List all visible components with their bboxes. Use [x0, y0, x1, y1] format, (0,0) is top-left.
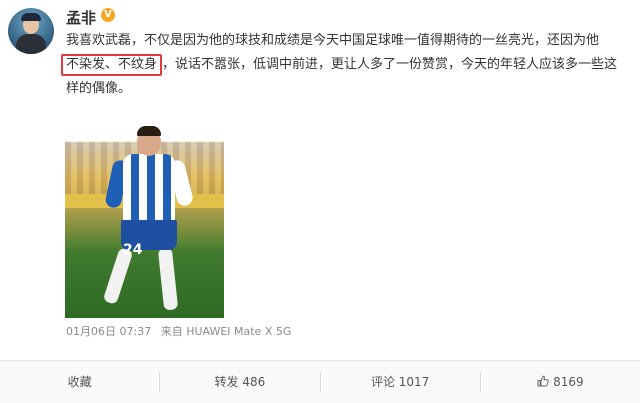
player-striped-jersey: [123, 154, 175, 222]
favorite-label: 收藏: [67, 375, 92, 389]
player-hair: [137, 126, 161, 136]
post-image-football-player[interactable]: 24: [65, 102, 224, 318]
action-bar: 收藏 转发 486 评论 1017 8169: [0, 360, 640, 403]
post-source: 来自 HUAWEI Mate X 5G: [160, 325, 292, 338]
post-meta: 01月06日 07:37 来自 HUAWEI Mate X 5G: [66, 323, 297, 339]
favorite-button[interactable]: 收藏: [0, 372, 159, 392]
post-timestamp[interactable]: 01月06日 07:37: [66, 325, 151, 338]
avatar-cap-shape: [21, 13, 41, 21]
like-button[interactable]: 8169: [479, 372, 640, 392]
jersey-number: 24: [123, 242, 143, 258]
avatar-body-shape: [16, 34, 46, 54]
repost-label: 转发 486: [214, 375, 266, 389]
post-text-fragment: ，说话不嚣张，低调中前进，更让人多了一份赞赏，今天的年轻人应该多一些这: [162, 57, 618, 72]
user-avatar[interactable]: [8, 8, 54, 54]
post-text-line: 不染发、不纹身 ，说话不嚣张，低调中前进，更让人多了一份赞赏，今天的年轻人应该多一…: [61, 53, 631, 77]
username[interactable]: 孟非: [66, 7, 96, 28]
post-text-line: 样的偶像。: [66, 81, 132, 96]
thumbs-up-icon: [537, 375, 549, 387]
weibo-post: 孟非 V 我喜欢武磊，不仅是因为他的球技和成绩是今天中国足球唯一值得期待的一丝亮…: [0, 0, 640, 360]
comment-button[interactable]: 评论 1017: [319, 372, 480, 392]
player-leg: [157, 247, 179, 311]
post-text-line: 我喜欢武磊，不仅是因为他的球技和成绩是今天中国足球唯一值得期待的一丝亮光，还因为…: [66, 33, 600, 48]
comment-label: 评论 1017: [370, 375, 430, 389]
post-text: 我喜欢武磊，不仅是因为他的球技和成绩是今天中国足球唯一值得期待的一丝亮光，还因为…: [61, 29, 631, 101]
repost-button[interactable]: 转发 486: [159, 372, 319, 392]
highlighted-phrase: 不染发、不纹身: [61, 54, 163, 76]
like-count: 8169: [553, 375, 584, 389]
verified-badge-icon: V: [101, 8, 115, 22]
